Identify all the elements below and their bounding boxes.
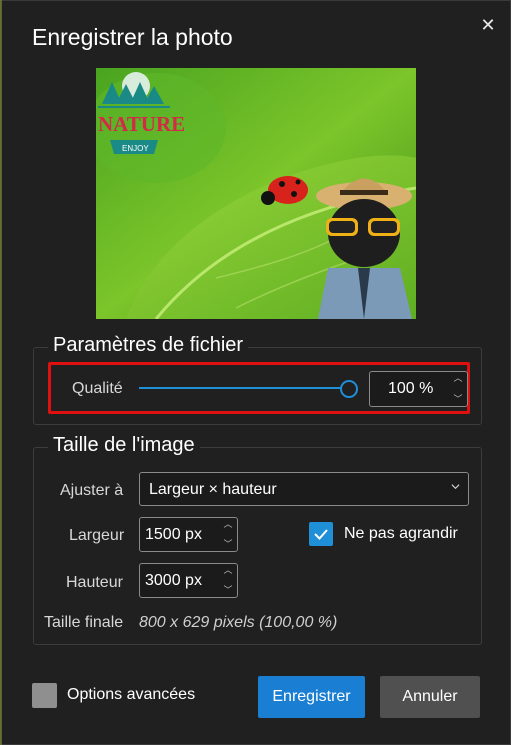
logo-subtext: ENJOY: [122, 144, 149, 153]
photo-preview: NATURE ENJOY: [96, 68, 416, 319]
advanced-options-checkbox[interactable]: [32, 683, 57, 708]
height-value: 3000 px: [145, 571, 202, 589]
height-field[interactable]: 3000 px ︿ ﹀: [139, 563, 238, 598]
height-label: Hauteur: [66, 574, 123, 591]
image-size-legend: Taille de l'image: [48, 434, 200, 457]
no-enlarge-checkbox[interactable]: [309, 522, 333, 546]
fit-label: Ajuster à: [60, 482, 124, 499]
no-enlarge-label: Ne pas agrandir: [344, 525, 458, 542]
chevron-down-icon[interactable]: ﹀: [223, 540, 232, 549]
quality-slider-thumb[interactable]: [340, 380, 358, 398]
save-button[interactable]: Enregistrer: [258, 676, 365, 718]
dialog-title: Enregistrer la photo: [32, 24, 233, 50]
window-edge: [0, 0, 2, 745]
fit-select[interactable]: Largeur × hauteur: [139, 472, 469, 506]
advanced-options-label: Options avancées: [67, 686, 196, 703]
chevron-down-icon: [451, 484, 460, 490]
fit-value: Largeur × hauteur: [149, 481, 277, 498]
chevron-down-icon[interactable]: ﹀: [223, 586, 232, 595]
final-size-label: Taille finale: [44, 614, 124, 631]
file-params-legend: Paramètres de fichier: [48, 334, 249, 357]
quality-value: 100 %: [388, 380, 434, 397]
quality-slider-track[interactable]: [139, 387, 343, 389]
close-icon[interactable]: ✕: [477, 14, 499, 36]
quality-stepper[interactable]: 100 % ︿ ﹀: [369, 371, 468, 407]
chevron-up-icon[interactable]: ︿: [453, 374, 462, 383]
width-value: 1500 px: [145, 525, 202, 543]
quality-label: Qualité: [72, 380, 123, 397]
check-icon: [314, 529, 328, 540]
width-field[interactable]: 1500 px ︿ ﹀: [139, 517, 238, 552]
chevron-up-icon[interactable]: ︿: [223, 520, 232, 529]
width-label: Largeur: [69, 527, 125, 544]
logo-text: NATURE: [98, 112, 185, 136]
chevron-up-icon[interactable]: ︿: [223, 566, 232, 575]
cancel-button[interactable]: Annuler: [380, 676, 480, 718]
preview-image: NATURE ENJOY: [96, 68, 416, 319]
chevron-down-icon[interactable]: ﹀: [453, 395, 462, 404]
final-size-value: 800 x 629 pixels (100,00 %): [139, 614, 338, 631]
